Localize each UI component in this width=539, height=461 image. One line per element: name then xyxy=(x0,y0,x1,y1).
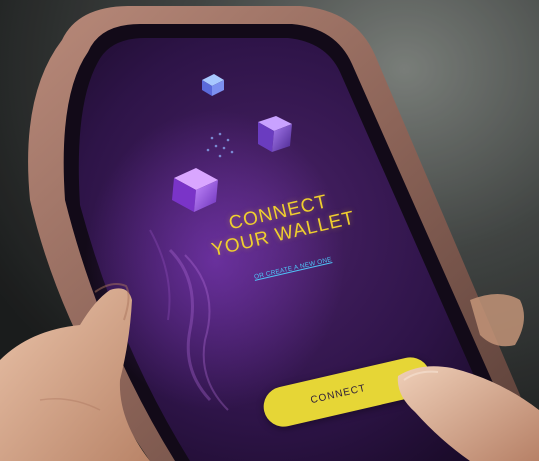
connect-button-label: CONNECT xyxy=(309,382,367,406)
